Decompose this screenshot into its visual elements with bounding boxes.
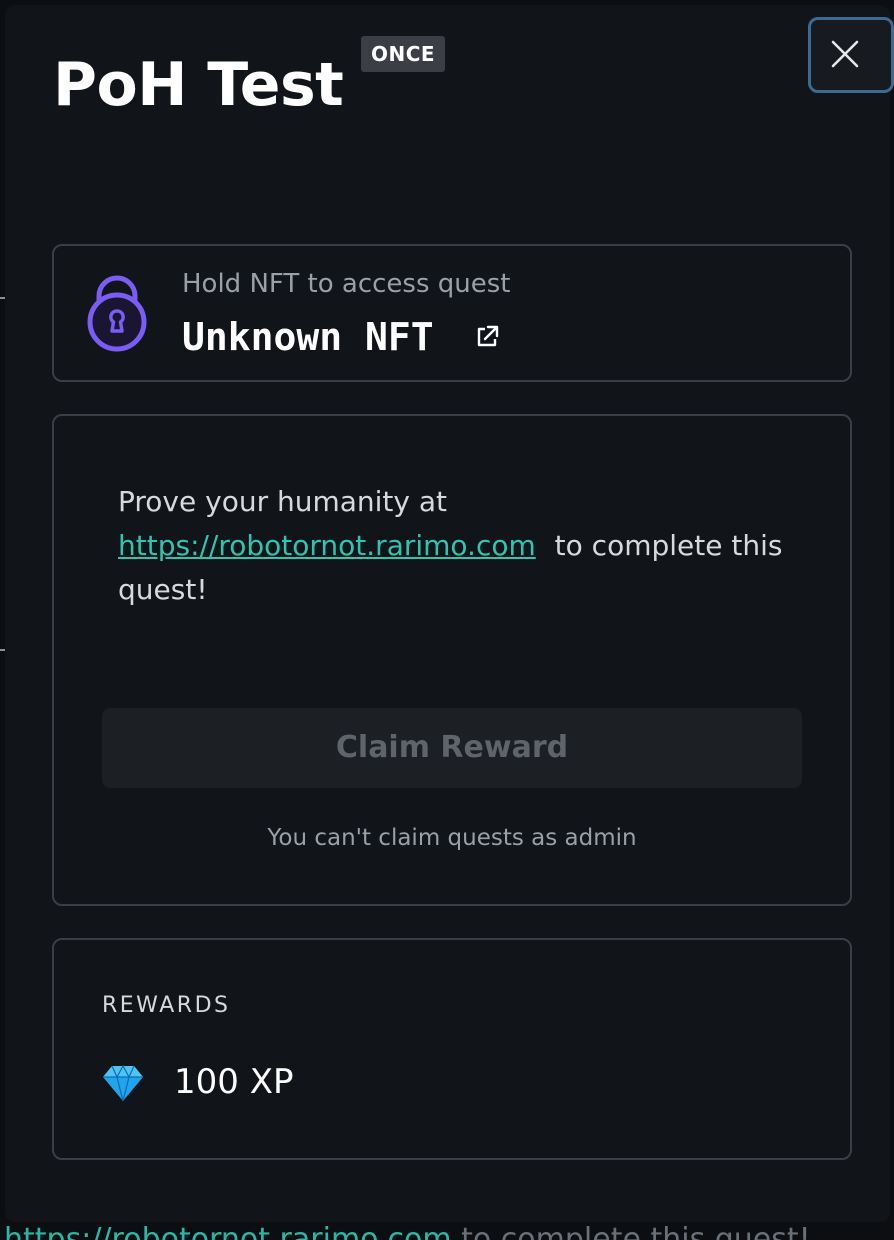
background-link-fragment: https://robotornot.rarimo.com bbox=[4, 1222, 452, 1240]
gem-icon bbox=[103, 1064, 143, 1102]
nft-gate-card: Hold NFT to access quest Unknown NFT bbox=[52, 244, 852, 382]
background-page-text: https://robotornot.rarimo.com to complet… bbox=[0, 1222, 894, 1240]
reward-amount: 100 XP bbox=[174, 1062, 294, 1102]
humanity-proof-link[interactable]: https://robotornot.rarimo.com bbox=[118, 529, 536, 562]
rewards-heading: REWARDS bbox=[102, 993, 231, 1018]
lock-icon bbox=[87, 275, 147, 352]
nft-caption: Hold NFT to access quest bbox=[182, 269, 511, 299]
quest-modal: PoH Test ONCE Hold NFT to access quest U… bbox=[5, 5, 894, 1222]
quest-title: PoH Test bbox=[53, 50, 344, 120]
external-link-icon[interactable] bbox=[474, 324, 500, 350]
nft-name: Unknown NFT bbox=[182, 315, 434, 359]
quest-task-card: Prove your humanity at https://robotornot… bbox=[52, 414, 852, 906]
instruction-text-before: Prove your humanity at bbox=[118, 485, 448, 518]
close-icon bbox=[831, 40, 859, 68]
claim-reward-button[interactable]: Claim Reward bbox=[102, 708, 802, 788]
background-text-fragment: to complete this quest! bbox=[461, 1222, 811, 1240]
close-button[interactable] bbox=[808, 17, 894, 93]
admin-notice: You can't claim quests as admin bbox=[267, 825, 637, 851]
quest-instructions: Prove your humanity at https://robotornot… bbox=[118, 480, 798, 612]
rewards-card: REWARDS 100 XP bbox=[52, 938, 852, 1160]
frequency-badge: ONCE bbox=[361, 36, 445, 72]
